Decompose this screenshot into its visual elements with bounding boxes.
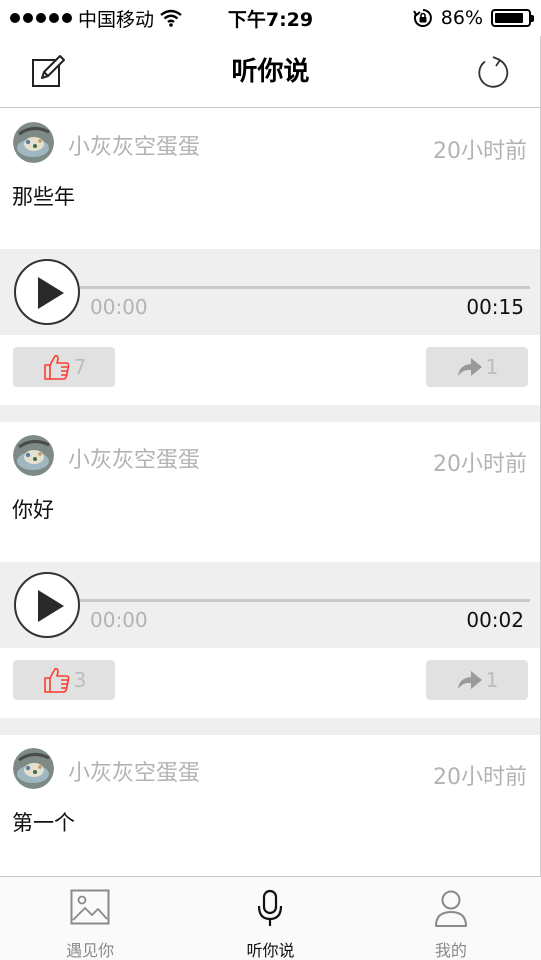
- post-card: 小灰灰空蛋蛋 20小时前 第一个: [0, 735, 541, 875]
- avatar[interactable]: [13, 122, 54, 163]
- post-time: 20小时前: [433, 139, 527, 164]
- current-time: 00:00: [90, 608, 148, 632]
- post-card: 小灰灰空蛋蛋 20小时前 那些年 00:00 00:15 7 1: [0, 109, 541, 405]
- post-actions: 7 1: [0, 335, 541, 405]
- share-count: 1: [485, 355, 499, 379]
- status-bar: 中国移动 下午7:29 86%: [0, 0, 541, 36]
- post-separator: [0, 405, 541, 422]
- post-card: 小灰灰空蛋蛋 20小时前 你好 00:00 00:02 3 1: [0, 422, 541, 718]
- author-name[interactable]: 小灰灰空蛋蛋: [68, 442, 200, 474]
- like-button[interactable]: 3: [13, 660, 115, 700]
- tab-bar: 遇见你 听你说 我的: [0, 876, 541, 960]
- refresh-icon: [478, 56, 509, 88]
- post-text: 第一个: [12, 811, 75, 835]
- like-count: 7: [73, 355, 87, 379]
- avatar[interactable]: [13, 748, 54, 789]
- audio-progress-bar[interactable]: [80, 286, 530, 289]
- thumbs-up-icon: [43, 355, 69, 380]
- tab-label: 听你说: [246, 941, 295, 960]
- page-title: 听你说: [231, 57, 310, 87]
- share-icon: [457, 671, 482, 689]
- tab-label: 我的: [434, 941, 467, 960]
- image-icon: [70, 889, 110, 925]
- share-count: 1: [485, 668, 499, 692]
- audio-progress-bar[interactable]: [80, 599, 530, 602]
- status-left: 中国移动: [10, 5, 182, 32]
- wifi-icon: [160, 9, 182, 27]
- post-separator: [0, 718, 541, 735]
- post-header: 小灰灰空蛋蛋 20小时前: [0, 109, 541, 171]
- battery-percent: 86%: [440, 7, 483, 29]
- play-button[interactable]: [14, 572, 80, 638]
- author-name[interactable]: 小灰灰空蛋蛋: [68, 129, 200, 161]
- duration: 00:15: [466, 295, 524, 319]
- tab-meet-you[interactable]: 遇见你: [0, 877, 180, 960]
- tab-label: 遇见你: [66, 941, 115, 960]
- like-button[interactable]: 7: [13, 347, 115, 387]
- post-time: 20小时前: [433, 452, 527, 477]
- share-button[interactable]: 1: [426, 660, 528, 700]
- rotation-lock-icon: [412, 9, 432, 27]
- author-name[interactable]: 小灰灰空蛋蛋: [68, 755, 200, 787]
- refresh-button[interactable]: [475, 54, 511, 90]
- tab-mine[interactable]: 我的: [361, 877, 541, 960]
- tab-listen-to-you[interactable]: 听你说: [180, 877, 360, 960]
- share-icon: [457, 358, 482, 376]
- navigation-bar: 听你说: [0, 36, 541, 108]
- post-time: 20小时前: [433, 765, 527, 790]
- thumbs-up-icon: [43, 668, 69, 693]
- post-text: 你好: [12, 498, 54, 522]
- audio-player: 00:00 00:02: [0, 562, 541, 648]
- avatar[interactable]: [13, 435, 54, 476]
- play-icon: [38, 277, 64, 309]
- post-header: 小灰灰空蛋蛋 20小时前: [0, 735, 541, 797]
- post-actions: 3 1: [0, 648, 541, 718]
- avatar-image: [13, 748, 54, 789]
- carrier-label: 中国移动: [78, 8, 155, 31]
- person-icon: [434, 890, 467, 927]
- avatar-image: [13, 122, 54, 163]
- battery-level: [495, 13, 523, 23]
- play-icon: [38, 590, 64, 622]
- current-time: 00:00: [90, 295, 148, 319]
- post-feed[interactable]: 小灰灰空蛋蛋 20小时前 那些年 00:00 00:15 7 1 小灰灰空蛋蛋 …: [0, 109, 541, 876]
- post-text: 那些年: [12, 185, 75, 209]
- like-count: 3: [73, 668, 87, 692]
- signal-strength-icon: [10, 13, 72, 23]
- share-button[interactable]: 1: [426, 347, 528, 387]
- post-header: 小灰灰空蛋蛋 20小时前: [0, 422, 541, 484]
- microphone-icon: [258, 889, 283, 926]
- duration: 00:02: [466, 608, 524, 632]
- audio-player: 00:00 00:15: [0, 249, 541, 335]
- play-button[interactable]: [14, 259, 80, 325]
- status-right: 86%: [412, 7, 534, 29]
- battery-icon: [491, 9, 534, 27]
- avatar-image: [13, 435, 54, 476]
